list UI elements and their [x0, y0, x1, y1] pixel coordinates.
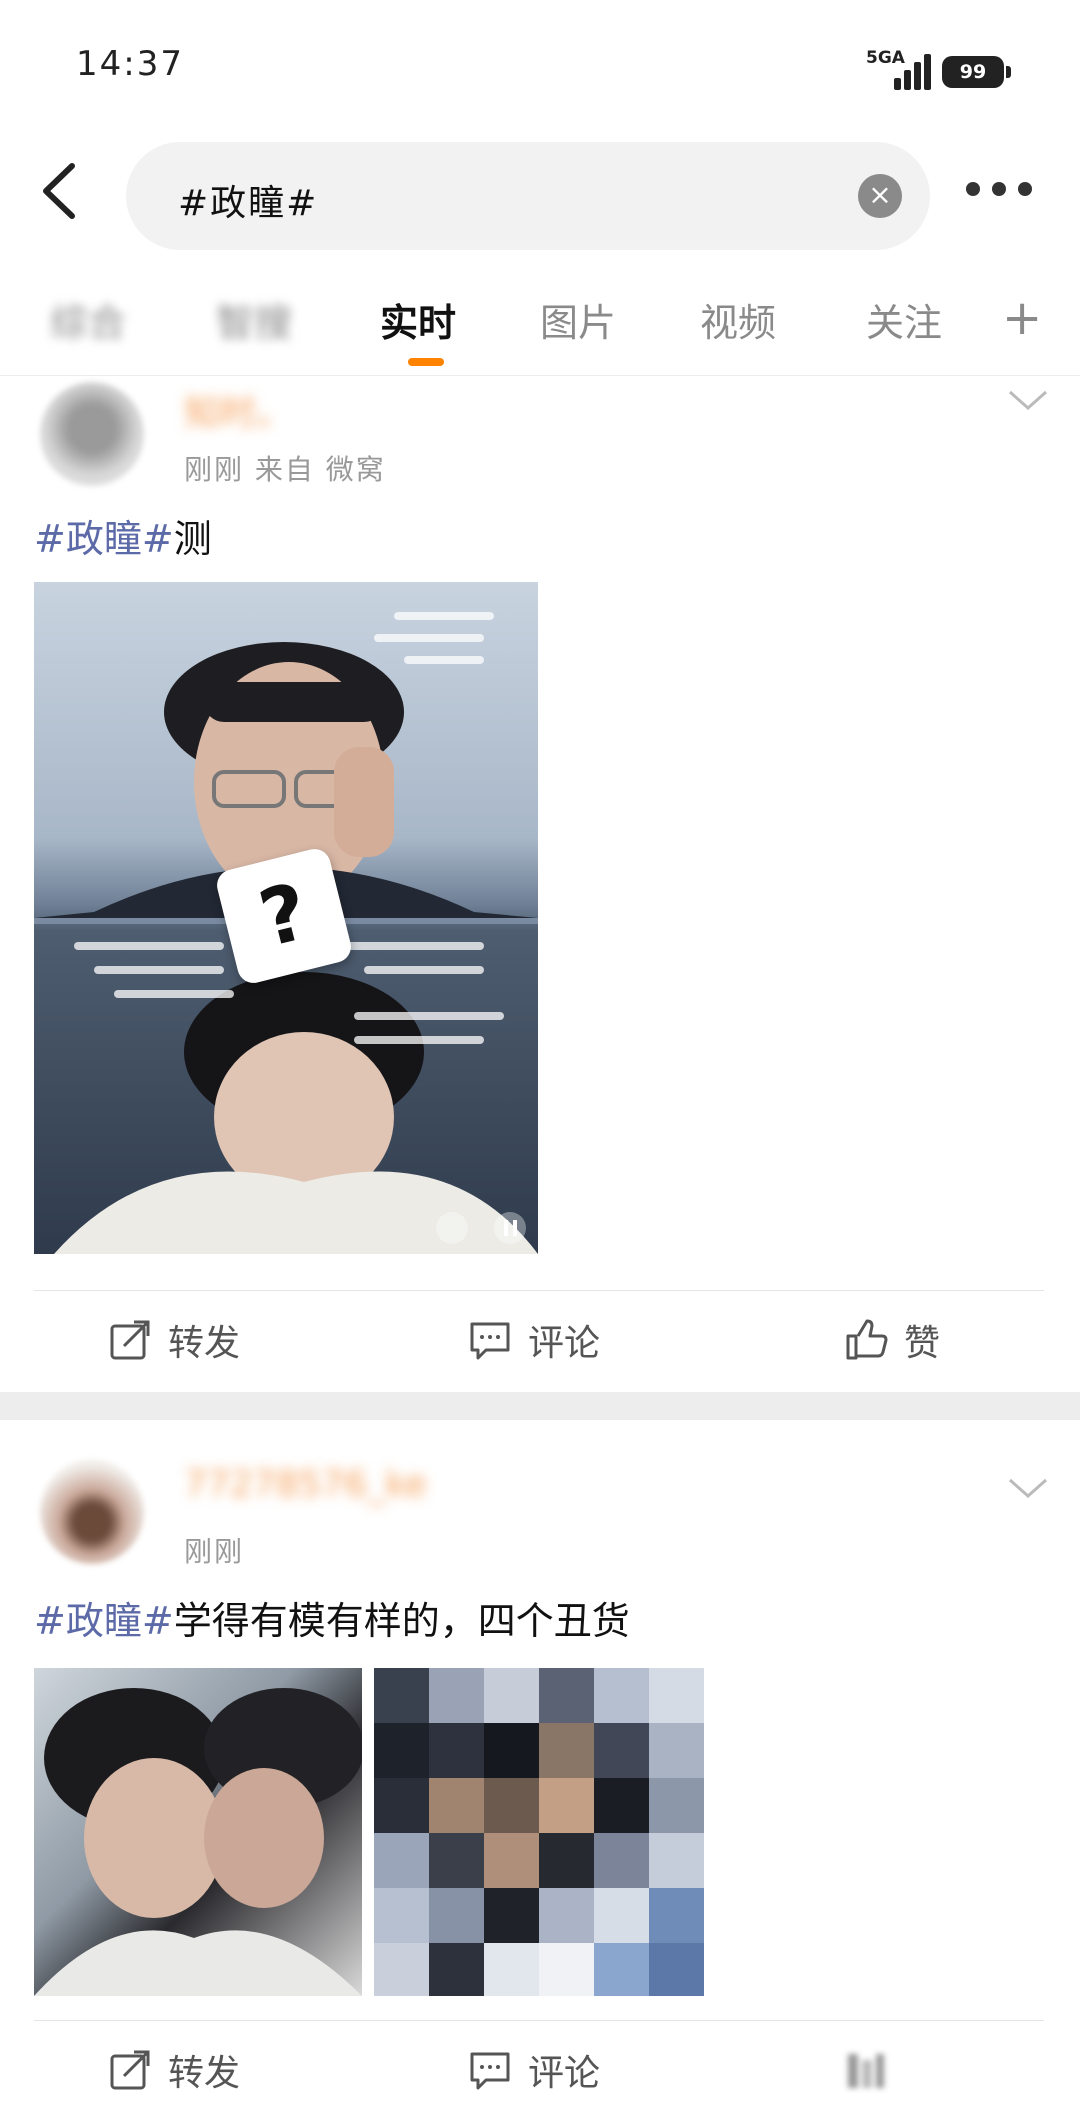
- search-input[interactable]: #政瞳# ×: [126, 142, 930, 250]
- signal-icon: [884, 54, 931, 90]
- chevron-down-icon[interactable]: [1006, 1474, 1050, 1504]
- like-button[interactable]: [844, 2044, 888, 2096]
- repost-button[interactable]: 转发: [108, 2044, 240, 2096]
- like-button[interactable]: 赞: [844, 1314, 940, 1366]
- tab-realtime[interactable]: 实时: [380, 292, 456, 347]
- username[interactable]: 知时。: [184, 384, 292, 436]
- post-body: 学得有模有样的，四个丑货: [173, 1599, 630, 1643]
- like-label: 赞: [904, 1323, 941, 1364]
- status-bar: 14:37 5GA 99: [0, 0, 1080, 130]
- comment-label: 评论: [528, 2053, 601, 2094]
- clear-search-icon[interactable]: ×: [858, 174, 902, 218]
- post-image[interactable]: [374, 1668, 704, 1996]
- post-text: #政瞳#测: [34, 508, 212, 563]
- search-header: #政瞳# ×: [0, 130, 1080, 260]
- tab-comprehensive[interactable]: 综合: [50, 292, 126, 347]
- comment-button[interactable]: 评论: [468, 2044, 600, 2096]
- tab-following[interactable]: 关注: [866, 292, 942, 347]
- status-time: 14:37: [76, 44, 184, 84]
- post-actions: 转发 评论: [0, 2020, 1080, 2111]
- comment-icon: [470, 2052, 510, 2090]
- post-image-illustration: [34, 1688, 362, 1996]
- post-meta: 刚刚 来自 微窝: [184, 453, 386, 486]
- comment-label: 评论: [528, 1323, 601, 1364]
- repost-icon: [110, 1320, 150, 1360]
- tab-smart-search[interactable]: 智搜: [216, 292, 292, 347]
- tab-images[interactable]: 图片: [540, 292, 616, 347]
- back-button[interactable]: [30, 156, 90, 226]
- tab-videos[interactable]: 视频: [700, 292, 776, 347]
- post-text: #政瞳#学得有模有样的，四个丑货: [34, 1590, 630, 1645]
- chevron-down-icon[interactable]: [1006, 386, 1050, 416]
- thumbs-up-icon: [848, 2054, 884, 2088]
- back-arrow-icon: [43, 163, 75, 219]
- comment-icon: [470, 1322, 510, 1360]
- username[interactable]: 77278576_ke: [184, 1464, 427, 1505]
- repost-button[interactable]: 转发: [108, 1314, 240, 1366]
- pixelated-image: [374, 1668, 704, 1996]
- hashtag-link[interactable]: #政瞳#: [34, 1599, 174, 1643]
- post-image[interactable]: ?: [34, 582, 538, 1254]
- search-query: #政瞳#: [178, 183, 319, 224]
- search-tabs: 综合 智搜 实时 图片 视频 关注 +: [0, 280, 1080, 376]
- comment-button[interactable]: 评论: [468, 1314, 600, 1366]
- add-tab-icon[interactable]: +: [1002, 294, 1042, 342]
- avatar[interactable]: [40, 1460, 144, 1564]
- post-body: 测: [173, 517, 212, 561]
- post-image[interactable]: [34, 1668, 362, 1996]
- post-meta: 刚刚: [184, 1535, 245, 1568]
- hashtag-link[interactable]: #政瞳#: [34, 517, 174, 561]
- post-card: 知时。 刚刚 来自 微窝 #政瞳#测 ? 转发 评论 赞: [0, 376, 1080, 1392]
- repost-label: 转发: [168, 1323, 241, 1364]
- thumbs-up-icon: [846, 1319, 888, 1360]
- more-options-icon[interactable]: [966, 182, 1036, 202]
- post-actions: 转发 评论 赞: [0, 1290, 1080, 1390]
- battery-icon: 99: [942, 56, 1011, 88]
- repost-label: 转发: [168, 2053, 241, 2094]
- post-separator: [0, 1392, 1080, 1420]
- active-tab-indicator: [408, 358, 444, 366]
- post-card: 77278576_ke 刚刚 #政瞳#学得有模有样的，四个丑货 转发 评论: [0, 1420, 1080, 2111]
- avatar[interactable]: [40, 382, 144, 486]
- repost-icon: [110, 2050, 150, 2090]
